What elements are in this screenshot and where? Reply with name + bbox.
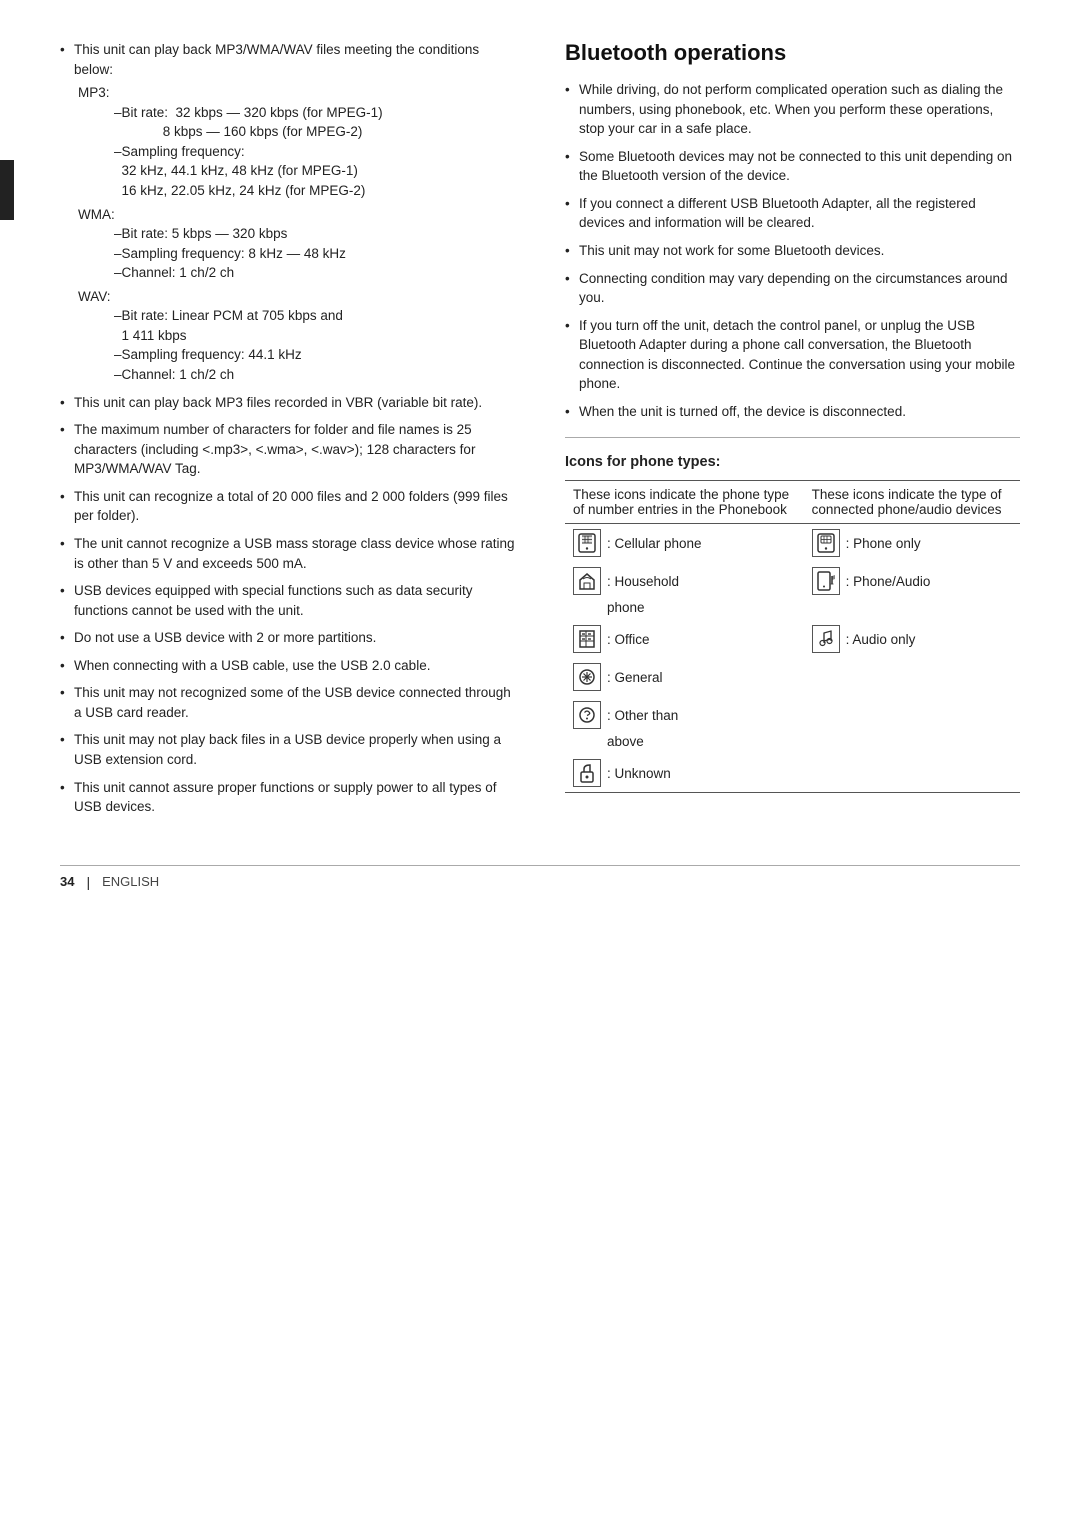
col2-audio-only: : Audio only [804,620,1020,658]
right-bullet-list: While driving, do not perform complicate… [565,80,1020,421]
list-item: Some Bluetooth devices may not be connec… [565,147,1020,186]
list-item: This unit may not play back files in a U… [60,730,515,769]
divider [565,437,1020,438]
phone-only-icon [812,529,840,557]
list-item: While driving, do not perform complicate… [565,80,1020,139]
page-footer: 34 | ENGLISH [60,865,1020,890]
other-than-above-icon [573,701,601,729]
list-item: This unit can play back MP3/WMA/WAV file… [60,40,515,385]
col1-office: : Office [565,620,804,658]
col1-header: These icons indicate the phone type of n… [565,481,804,524]
icons-row-4: : General [565,658,1020,696]
left-bullet-list: This unit can play back MP3/WMA/WAV file… [60,40,515,817]
list-item: If you connect a different USB Bluetooth… [565,194,1020,233]
icons-row-5: : Other than [565,696,1020,734]
unknown-icon [573,759,601,787]
icons-row-1: : Cellular phone [565,524,1020,563]
icons-table: These icons indicate the phone type of n… [565,480,1020,793]
list-item: USB devices equipped with special functi… [60,581,515,620]
list-item: This unit can recognize a total of 20 00… [60,487,515,526]
icons-section-title: Icons for phone types: [565,454,1020,470]
general-icon [573,663,601,691]
col2-phone-audio: : Phone/Audio [804,562,1020,600]
decorative-bar [0,160,14,220]
list-item: This unit cannot assure proper functions… [60,778,515,817]
footer-language: ENGLISH [102,874,159,889]
list-item: This unit may not recognized some of the… [60,683,515,722]
list-item: This unit may not work for some Bluetoot… [565,241,1020,261]
col1-unknown: : Unknown [565,754,804,793]
col1-general: : General [565,658,804,696]
col1-household: : Household [565,562,804,600]
list-item: The maximum number of characters for fol… [60,420,515,479]
audio-only-icon [812,625,840,653]
list-item: Do not use a USB device with 2 or more p… [60,628,515,648]
list-item: The unit cannot recognize a USB mass sto… [60,534,515,573]
household-phone-icon [573,567,601,595]
icons-row-2b: phone [565,600,1020,620]
section-title: Bluetooth operations [565,40,1020,66]
footer-separator: | [86,874,90,890]
col1-other: : Other than [565,696,804,734]
list-item: When the unit is turned off, the device … [565,402,1020,422]
list-item: If you turn off the unit, detach the con… [565,316,1020,394]
list-item: This unit can play back MP3 files record… [60,393,515,413]
list-item: Connecting condition may vary depending … [565,269,1020,308]
icons-row-2: : Household [565,562,1020,600]
col2-phone-only: : Phone only [804,524,1020,563]
cellular-phone-icon [573,529,601,557]
icons-row-6: : Unknown [565,754,1020,793]
icons-row-5b: above [565,734,1020,754]
list-item: When connecting with a USB cable, use th… [60,656,515,676]
right-column: Bluetooth operations While driving, do n… [565,40,1020,825]
col1-cellular: : Cellular phone [565,524,804,563]
left-column: This unit can play back MP3/WMA/WAV file… [60,40,525,825]
phone-audio-icon [812,567,840,595]
page-number: 34 [60,874,74,889]
col2-header: These icons indicate the type of connect… [804,481,1020,524]
office-icon [573,625,601,653]
icons-row-3: : Office [565,620,1020,658]
